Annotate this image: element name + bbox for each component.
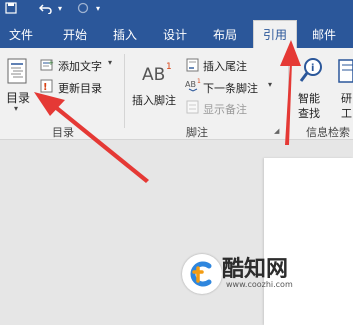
tab-mailings[interactable]: 邮件: [306, 22, 342, 48]
show-notes-label[interactable]: 显示备注: [203, 101, 247, 117]
svg-text:+: +: [48, 59, 54, 67]
insert-footnote-label[interactable]: 插入脚注: [132, 92, 176, 108]
watermark-logo: [182, 254, 222, 294]
researcher-icon[interactable]: [338, 58, 353, 88]
footnotes-group-label: 脚注: [186, 126, 208, 139]
tab-home[interactable]: 开始: [60, 22, 90, 48]
watermark-url: www.coozhi.com: [226, 280, 293, 289]
customize-qat-icon[interactable]: ▾: [94, 1, 102, 15]
next-footnote-icon[interactable]: AB 1: [185, 77, 201, 96]
footnotes-dialog-launcher-icon[interactable]: ◢: [274, 127, 279, 135]
undo-icon[interactable]: [38, 1, 54, 15]
researcher-label-line2[interactable]: 工: [341, 105, 352, 121]
smart-lookup-label-line1[interactable]: 智能: [298, 90, 320, 106]
save-icon[interactable]: [4, 1, 18, 15]
update-table-icon[interactable]: !: [40, 78, 54, 97]
tab-design[interactable]: 设计: [160, 22, 190, 48]
svg-text:!: !: [43, 82, 48, 93]
research-group-label: 信息检索: [306, 126, 350, 139]
table-of-contents-icon[interactable]: [7, 58, 27, 88]
svg-text:AB: AB: [142, 65, 165, 85]
insert-endnote-label[interactable]: 插入尾注: [203, 58, 247, 74]
quick-access-toolbar: ▾ ▾: [0, 0, 353, 18]
insert-endnote-icon[interactable]: [186, 57, 200, 76]
add-text-label[interactable]: 添加文字: [58, 58, 102, 74]
update-table-label[interactable]: 更新目录: [58, 80, 102, 96]
tab-insert[interactable]: 插入: [110, 22, 140, 48]
smart-lookup-label-line2[interactable]: 查找: [298, 105, 320, 121]
undo-dropdown-icon[interactable]: ▾: [56, 1, 64, 15]
tab-references[interactable]: 引用: [253, 20, 297, 48]
add-text-icon[interactable]: +: [40, 57, 54, 76]
next-footnote-label[interactable]: 下一条脚注: [203, 80, 258, 96]
toc-dropdown-icon[interactable]: ▾: [14, 104, 18, 113]
svg-text:1: 1: [197, 78, 201, 85]
redo-icon[interactable]: [76, 1, 90, 15]
document-page[interactable]: [264, 158, 353, 325]
tab-file[interactable]: 文件: [6, 22, 36, 48]
insert-footnote-icon[interactable]: AB 1: [142, 60, 172, 90]
tab-layout[interactable]: 布局: [210, 22, 240, 48]
svg-text:AB: AB: [185, 80, 196, 89]
svg-text:1: 1: [166, 62, 172, 72]
add-text-dropdown-icon[interactable]: ▾: [108, 58, 112, 67]
group-divider: [288, 54, 289, 128]
researcher-label-line1[interactable]: 研: [341, 90, 352, 106]
next-footnote-dropdown-icon[interactable]: ▾: [268, 80, 272, 89]
show-notes-icon[interactable]: [186, 99, 200, 118]
watermark-title: 酷知网: [222, 257, 289, 282]
toc-group-label: 目录: [52, 126, 74, 139]
group-divider: [124, 54, 125, 128]
smart-lookup-icon[interactable]: i: [298, 56, 324, 88]
svg-text:i: i: [311, 63, 314, 74]
